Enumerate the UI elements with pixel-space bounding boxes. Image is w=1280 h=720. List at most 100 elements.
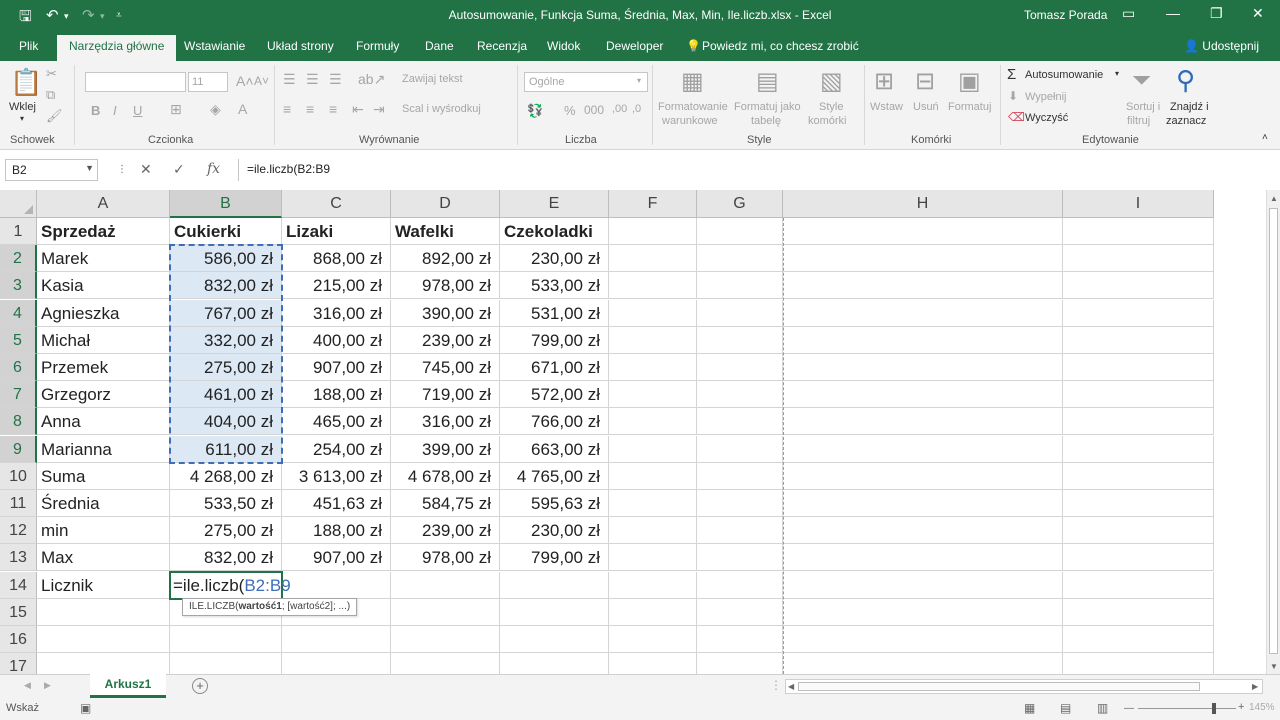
- font-size-box[interactable]: 11: [188, 72, 228, 92]
- orientation-icon[interactable]: ab↗: [358, 71, 385, 88]
- scroll-left-icon[interactable]: ◀: [788, 682, 794, 691]
- find-select-label-1[interactable]: Znajdź i: [1170, 101, 1209, 113]
- normal-view-icon[interactable]: ▦: [1024, 701, 1035, 715]
- cell-g11[interactable]: [697, 490, 783, 517]
- collapse-ribbon-icon[interactable]: ˄: [1262, 132, 1268, 143]
- cell-f9[interactable]: [609, 435, 697, 463]
- cell-a15[interactable]: [37, 598, 170, 626]
- cell-h5[interactable]: [783, 326, 1063, 354]
- cell-g13[interactable]: [697, 544, 783, 572]
- tab-formulas[interactable]: Formuły: [356, 39, 399, 53]
- cell-h13[interactable]: [783, 544, 1063, 572]
- row-header-15[interactable]: 15: [0, 598, 37, 626]
- cell-i11[interactable]: [1063, 490, 1214, 517]
- cell-h2[interactable]: [783, 245, 1063, 273]
- paste-icon[interactable]: 📋: [10, 67, 42, 98]
- column-header-h[interactable]: H: [783, 190, 1063, 218]
- align-right-icon[interactable]: ≡: [329, 101, 337, 117]
- cell-e4[interactable]: 531,00 zł: [500, 299, 609, 327]
- zoom-level[interactable]: 145%: [1249, 702, 1275, 713]
- maximize-icon[interactable]: ❐: [1210, 5, 1223, 22]
- cell-f4[interactable]: [609, 299, 697, 327]
- tab-insert[interactable]: Wstawianie: [184, 39, 245, 53]
- cell-d10[interactable]: 4 678,00 zł: [391, 462, 500, 490]
- cell-d15[interactable]: [391, 598, 500, 626]
- scroll-down-icon[interactable]: ▼: [1270, 662, 1278, 671]
- row-header-2[interactable]: 2: [0, 245, 37, 273]
- cell-c4[interactable]: 316,00 zł: [282, 299, 391, 327]
- cell-g9[interactable]: [697, 435, 783, 463]
- tab-developer[interactable]: Deweloper: [606, 39, 663, 53]
- cell-d12[interactable]: 239,00 zł: [391, 517, 500, 545]
- header-cell-c[interactable]: Lizaki: [282, 218, 391, 245]
- cell-e12[interactable]: 230,00 zł: [500, 517, 609, 545]
- tab-data[interactable]: Dane: [425, 39, 454, 53]
- cell-f11[interactable]: [609, 490, 697, 517]
- cell-c9[interactable]: 254,00 zł: [282, 435, 391, 463]
- cell-e16[interactable]: [500, 626, 609, 653]
- cell-b17[interactable]: [170, 653, 282, 674]
- comma-style-icon[interactable]: 000: [584, 103, 604, 117]
- row-header-10[interactable]: 10: [0, 462, 37, 490]
- italic-button[interactable]: I: [113, 103, 117, 118]
- cell-b4[interactable]: 767,00 zł: [170, 299, 282, 327]
- cell-a10[interactable]: Suma: [37, 462, 170, 490]
- autosum-button[interactable]: Autosumowanie: [1025, 69, 1103, 81]
- insert-cells-button[interactable]: Wstaw: [870, 101, 903, 113]
- cell-b7[interactable]: 461,00 zł: [170, 381, 282, 409]
- cell-d9[interactable]: 399,00 zł: [391, 435, 500, 463]
- vertical-scrollbar[interactable]: ▲ ▼: [1266, 190, 1280, 674]
- tell-me-search[interactable]: Powiedz mi, co chcesz zrobić: [702, 39, 859, 53]
- cell-b3[interactable]: 832,00 zł: [170, 272, 282, 300]
- sheet-tab-active[interactable]: Arkusz1: [90, 674, 166, 698]
- align-middle-icon[interactable]: ☰: [306, 71, 319, 88]
- cell-e14[interactable]: [500, 571, 609, 599]
- cell-c3[interactable]: 215,00 zł: [282, 272, 391, 300]
- cut-icon[interactable]: ✂: [46, 66, 57, 82]
- tab-file[interactable]: Plik: [19, 39, 38, 53]
- cell-a9[interactable]: Marianna: [37, 435, 170, 463]
- decrease-indent-icon[interactable]: ⇤: [352, 101, 364, 118]
- cell-h8[interactable]: [783, 408, 1063, 436]
- column-header-d[interactable]: D: [391, 190, 500, 218]
- cell-c6[interactable]: 907,00 zł: [282, 354, 391, 381]
- cell-h4[interactable]: [783, 299, 1063, 327]
- column-header-b[interactable]: B: [170, 190, 282, 218]
- fill-color-icon[interactable]: ◈: [210, 101, 221, 118]
- format-as-table-label-1[interactable]: Formatuj jako: [734, 101, 801, 113]
- align-top-icon[interactable]: ☰: [283, 71, 296, 88]
- column-header-g[interactable]: G: [697, 190, 783, 218]
- row-header-5[interactable]: 5: [0, 326, 37, 354]
- cell-h3[interactable]: [783, 272, 1063, 300]
- cell-f10[interactable]: [609, 462, 697, 490]
- user-name[interactable]: Tomasz Porada: [1024, 8, 1107, 22]
- percent-icon[interactable]: %: [564, 103, 576, 118]
- cell-d11[interactable]: 584,75 zł: [391, 490, 500, 517]
- row-header-9[interactable]: 9: [0, 435, 37, 463]
- cell-g12[interactable]: [697, 517, 783, 545]
- cell-i7[interactable]: [1063, 381, 1214, 409]
- cell-i15[interactable]: [1063, 598, 1214, 626]
- font-color-icon[interactable]: A: [238, 101, 247, 117]
- cell-a17[interactable]: [37, 653, 170, 674]
- cell-b6[interactable]: 275,00 zł: [170, 354, 282, 381]
- cell-g10[interactable]: [697, 462, 783, 490]
- format-painter-icon[interactable]: 🖌: [46, 108, 63, 124]
- cell-e7[interactable]: 572,00 zł: [500, 381, 609, 409]
- grow-font-icon[interactable]: A˄: [236, 73, 254, 89]
- cell-a3[interactable]: Kasia: [37, 272, 170, 300]
- cell-f6[interactable]: [609, 354, 697, 381]
- header-cell-a[interactable]: Sprzedaż: [37, 218, 170, 245]
- scroll-up-icon[interactable]: ▲: [1270, 194, 1278, 203]
- cell-f7[interactable]: [609, 381, 697, 409]
- cell-b8[interactable]: 404,00 zł: [170, 408, 282, 436]
- row-header-11[interactable]: 11: [0, 490, 37, 517]
- cell-styles-label-1[interactable]: Style: [819, 101, 843, 113]
- zoom-in-icon[interactable]: +: [1238, 701, 1244, 713]
- row-header-1[interactable]: 1: [0, 218, 37, 245]
- cell-d2[interactable]: 892,00 zł: [391, 245, 500, 273]
- cell-h7[interactable]: [783, 381, 1063, 409]
- cell-b10[interactable]: 4 268,00 zł: [170, 462, 282, 490]
- cell-i16[interactable]: [1063, 626, 1214, 653]
- fill-icon[interactable]: ⬇: [1008, 89, 1018, 103]
